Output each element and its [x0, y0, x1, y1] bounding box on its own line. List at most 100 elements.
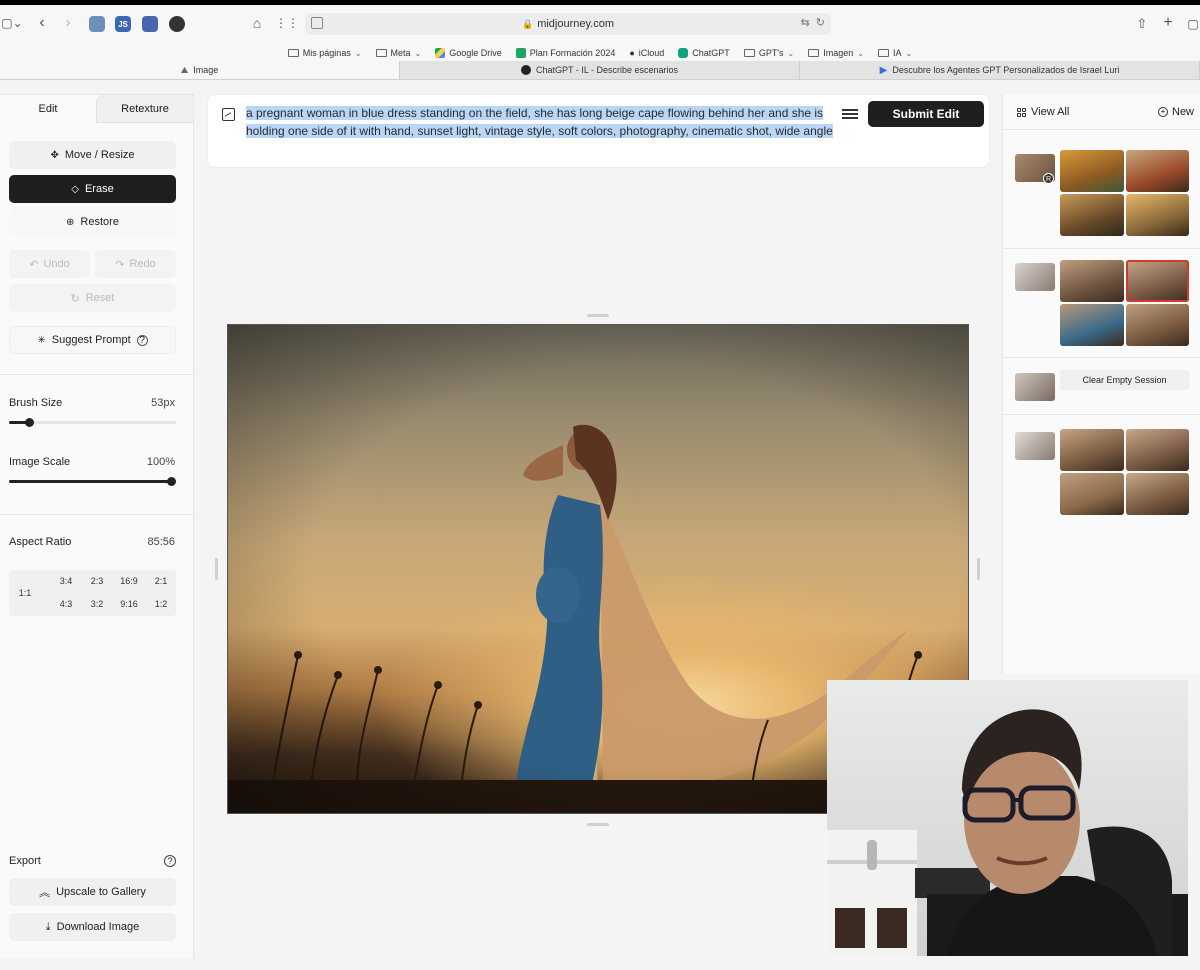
move-resize-button[interactable]: ✥ Move / Resize [9, 141, 176, 169]
tab-overview-icon[interactable]: ▢ [1186, 15, 1200, 33]
result-thumbnail[interactable] [1060, 304, 1124, 346]
apps-grid-icon[interactable]: ⋮⋮ [275, 14, 299, 32]
extension-shield-icon[interactable] [142, 16, 158, 32]
extension-js-icon[interactable]: JS [115, 16, 131, 32]
tab-label: Image [193, 65, 219, 75]
extension-circle-icon[interactable] [169, 16, 185, 32]
undo-button[interactable]: ↶ Undo [9, 250, 90, 278]
result-thumbnail[interactable] [1125, 429, 1189, 471]
bookmark-icloud[interactable]: ● iCloud [622, 48, 671, 58]
new-button[interactable]: + New [1158, 106, 1194, 118]
prompt-box: a pregnant woman in blue dress standing … [207, 94, 990, 168]
result-thumbnail[interactable] [1060, 194, 1124, 236]
forward-icon[interactable]: › [60, 13, 76, 33]
download-label: Download Image [56, 921, 140, 933]
bookmark-ia[interactable]: IA ⌄ [871, 48, 919, 58]
google-drive-icon [435, 48, 446, 58]
bookmark-gpts[interactable]: GPT's ⌄ [737, 48, 801, 58]
reset-button[interactable]: ↻ Reset [9, 284, 176, 312]
bookmark-label: IA [892, 48, 902, 58]
aspect-option[interactable]: 3:4 [51, 576, 81, 586]
export-help-icon[interactable]: ? [164, 855, 176, 867]
translate-icon[interactable]: ⇆ [801, 16, 810, 29]
tab-agentes-gpt[interactable]: ▶ Descubre los Agentes GPT Personalizados… [800, 61, 1200, 79]
extension-cube-icon[interactable] [89, 16, 105, 32]
aspect-option[interactable]: 16:9 [114, 576, 144, 586]
divider [1003, 248, 1200, 249]
image-scale-handle[interactable] [167, 477, 176, 486]
source-thumbnail[interactable] [1015, 432, 1055, 460]
brush-size-slider[interactable] [9, 418, 176, 427]
result-thumbnail[interactable] [1125, 304, 1189, 346]
settings-sliders-icon[interactable] [842, 107, 858, 121]
chevron-down-icon: ⌄ [857, 48, 864, 58]
upscale-label: Upscale to Gallery [56, 886, 146, 898]
sparkle-icon: ✳ [37, 334, 46, 346]
bookmark-imagen[interactable]: Imagen ⌄ [801, 48, 871, 58]
suggest-prompt-label: Suggest Prompt [51, 334, 131, 346]
aspect-option[interactable]: 3:2 [82, 599, 112, 609]
aspect-option[interactable]: 1:1 [15, 588, 35, 598]
image-scale-fill [9, 480, 172, 483]
bookmark-chatgpt[interactable]: ChatGPT [671, 48, 737, 58]
upscale-to-gallery-button[interactable]: ︽ Upscale to Gallery [9, 878, 176, 906]
sidebar-toggle-icon[interactable]: ▢⌄ [0, 15, 24, 31]
aspect-option[interactable]: 2:1 [146, 576, 176, 586]
erase-label: Erase [84, 183, 114, 195]
bookmark-mis-paginas[interactable]: Mis páginas ⌄ [281, 48, 369, 58]
view-all-label: View All [1031, 106, 1070, 118]
submit-edit-button[interactable]: Submit Edit [868, 101, 984, 127]
erase-button[interactable]: ◇ Erase [9, 175, 176, 203]
view-all-button[interactable]: View All [1017, 106, 1069, 118]
result-thumbnail[interactable] [1125, 150, 1189, 192]
top-resize-handle[interactable] [587, 314, 609, 317]
brush-size-handle[interactable] [24, 418, 34, 427]
bookmark-google-drive[interactable]: Google Drive [428, 48, 509, 58]
source-thumbnail[interactable] [1015, 263, 1055, 291]
bookmark-label: ChatGPT [692, 48, 730, 58]
webcam-illustration [827, 709, 1188, 956]
reload-icon[interactable]: ↻ [816, 16, 825, 29]
aspect-option[interactable]: 4:3 [51, 599, 81, 609]
image-scale-slider[interactable] [9, 477, 176, 486]
chatgpt-icon [678, 48, 689, 58]
bookmark-label: Mis páginas [302, 48, 351, 58]
result-thumbnail-selected[interactable] [1125, 260, 1189, 302]
restore-button[interactable]: ⊕ Restore [9, 208, 176, 236]
aspect-option[interactable]: 9:16 [114, 599, 144, 609]
tab-edit[interactable]: Edit [0, 95, 96, 123]
left-resize-handle[interactable] [215, 558, 218, 580]
bottom-resize-handle[interactable] [587, 823, 609, 826]
address-bar[interactable]: 🔒 midjourney.com ⇆ ↻ [305, 13, 831, 35]
result-thumbnail[interactable] [1060, 429, 1124, 471]
suggest-prompt-button[interactable]: ✳ Suggest Prompt ? [9, 326, 176, 354]
back-icon[interactable]: ‹ [34, 13, 50, 33]
redo-button[interactable]: ↷ Redo [95, 250, 176, 278]
image-prompt-icon[interactable] [222, 108, 235, 121]
result-thumbnail[interactable] [1060, 473, 1124, 515]
home-icon[interactable]: ⌂ [249, 14, 265, 32]
bookmark-plan-formacion[interactable]: Plan Formación 2024 [509, 48, 623, 58]
right-resize-handle[interactable] [977, 558, 980, 580]
tab-retexture[interactable]: Retexture [96, 95, 193, 123]
new-label: New [1172, 106, 1195, 118]
bookmark-meta[interactable]: Meta ⌄ [369, 48, 429, 58]
chevron-down-icon: ⌄ [787, 48, 795, 58]
download-image-button[interactable]: ⤓ Download Image [9, 913, 176, 941]
new-tab-icon[interactable]: + [1160, 14, 1176, 32]
source-thumbnail[interactable] [1015, 373, 1055, 401]
aspect-option[interactable]: 2:3 [82, 576, 112, 586]
share-icon[interactable]: ⇧ [1134, 15, 1150, 33]
result-thumbnail[interactable] [1125, 473, 1189, 515]
divider [1003, 414, 1200, 415]
tab-image[interactable]: ⛰ Image [0, 61, 400, 79]
result-thumbnail[interactable] [1060, 260, 1124, 302]
tab-chatgpt[interactable]: ChatGPT - IL - Describe escenarios [400, 61, 800, 79]
result-thumbnail[interactable] [1125, 194, 1189, 236]
prompt-input[interactable]: a pregnant woman in blue dress standing … [246, 105, 836, 140]
result-thumbnail[interactable] [1060, 150, 1124, 192]
clear-empty-session-button[interactable]: Clear Empty Session [1060, 370, 1189, 390]
aspect-option[interactable]: 1:2 [146, 599, 176, 609]
help-icon[interactable]: ? [136, 334, 148, 346]
restore-label: Restore [80, 216, 119, 228]
